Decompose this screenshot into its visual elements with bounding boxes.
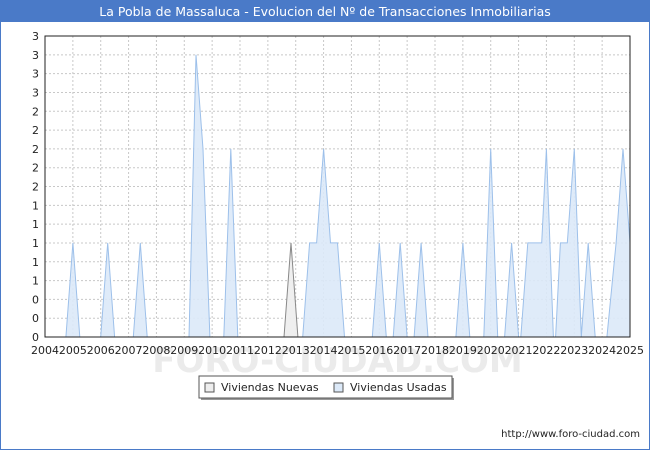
y-tick-label: 3 bbox=[32, 30, 39, 43]
x-tick-label: 2006 bbox=[87, 344, 115, 357]
y-tick-label: 1 bbox=[32, 199, 39, 212]
x-tick-label: 2011 bbox=[226, 344, 254, 357]
y-tick-label: 0 bbox=[32, 331, 39, 344]
x-tick-label: 2020 bbox=[477, 344, 505, 357]
x-tick-label: 2004 bbox=[31, 344, 59, 357]
x-tick-label: 2017 bbox=[393, 344, 421, 357]
y-tick-label: 2 bbox=[32, 143, 39, 156]
legend-label-viviendas-usadas: Viviendas Usadas bbox=[350, 381, 447, 394]
x-tick-label: 2014 bbox=[310, 344, 338, 357]
chart-svg: FORO-CIUDAD.COM000111112222233332004 2005… bbox=[31, 30, 644, 400]
y-tick-label: 0 bbox=[32, 312, 39, 325]
x-tick-label: 2016 bbox=[365, 344, 393, 357]
x-tick-label: 2023 bbox=[560, 344, 588, 357]
legend-swatch-viviendas-nuevas bbox=[204, 382, 215, 393]
y-tick-label: 3 bbox=[32, 86, 39, 99]
x-tick-label: 2025 bbox=[616, 344, 644, 357]
x-tick-label: 2010 bbox=[198, 344, 226, 357]
y-tick-label: 0 bbox=[32, 293, 39, 306]
x-tick-label: 2009 bbox=[170, 344, 198, 357]
y-tick-label: 2 bbox=[32, 105, 39, 118]
legend-swatch-viviendas-usadas bbox=[333, 382, 344, 393]
y-tick-label: 2 bbox=[32, 181, 39, 194]
x-tick-label: 2018 bbox=[421, 344, 449, 357]
x-tick-label: 2013 bbox=[282, 344, 310, 357]
y-tick-label: 1 bbox=[32, 237, 39, 250]
source-credit: http://www.foro-ciudad.com bbox=[501, 429, 640, 440]
x-tick-label: 2021 bbox=[505, 344, 533, 357]
y-tick-label: 2 bbox=[32, 124, 39, 137]
x-tick-label: 2022 bbox=[532, 344, 560, 357]
x-tick-label: 2005 bbox=[59, 344, 87, 357]
y-tick-label: 3 bbox=[32, 49, 39, 62]
legend-label-viviendas-nuevas: Viviendas Nuevas bbox=[221, 381, 319, 394]
x-tick-label: 2012 bbox=[254, 344, 282, 357]
y-tick-label: 1 bbox=[32, 275, 39, 288]
x-tick-label: 2008 bbox=[142, 344, 170, 357]
x-tick-label: 2024 bbox=[588, 344, 616, 357]
y-tick-label: 1 bbox=[32, 256, 39, 269]
x-tick-label: 2019 bbox=[449, 344, 477, 357]
x-tick-label: 2007 bbox=[115, 344, 143, 357]
y-tick-label: 2 bbox=[32, 162, 39, 175]
y-tick-label: 3 bbox=[32, 68, 39, 81]
y-tick-label: 1 bbox=[32, 218, 39, 231]
x-tick-label: 2015 bbox=[337, 344, 365, 357]
